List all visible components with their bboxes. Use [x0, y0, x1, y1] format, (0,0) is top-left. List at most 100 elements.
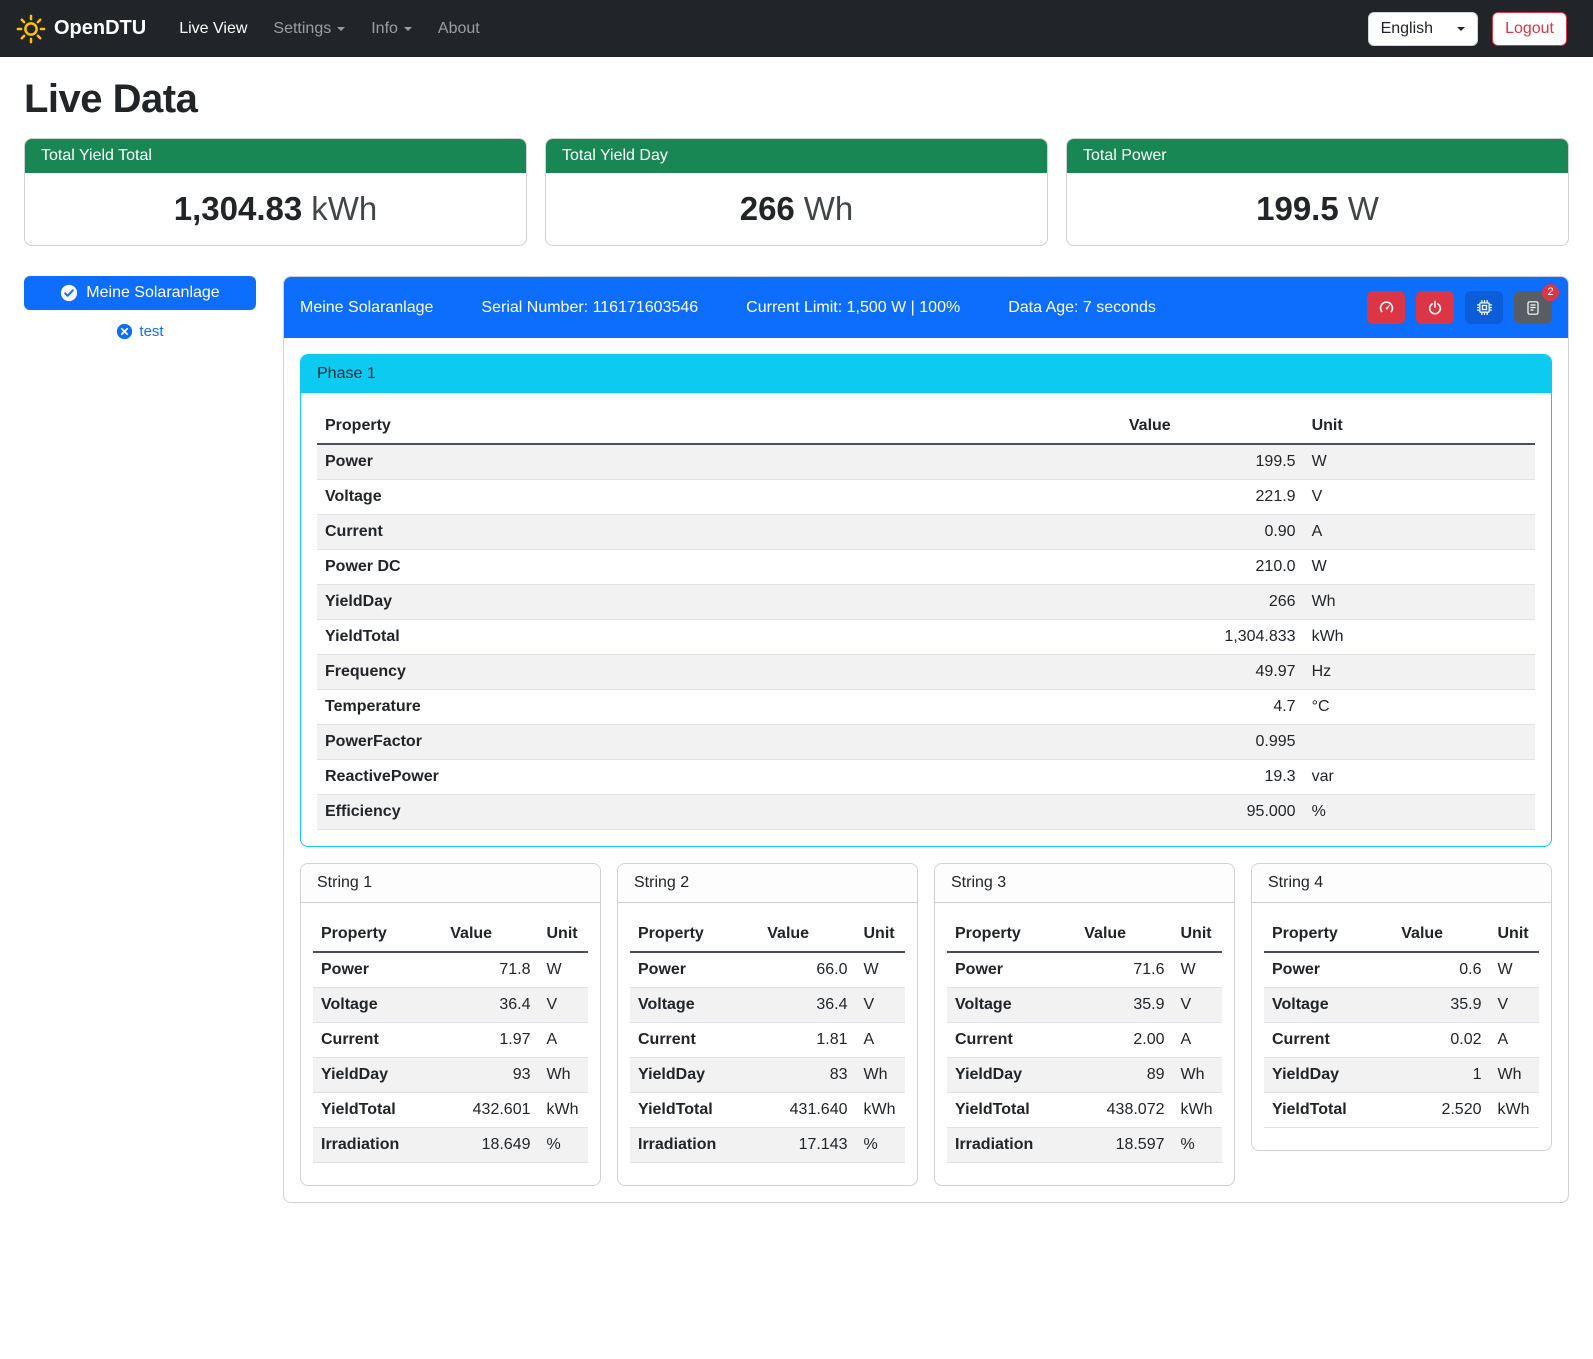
inverter-select-button[interactable]: Meine Solaranlage: [24, 276, 256, 310]
column-value: Value: [759, 917, 855, 952]
value-cell: 431.640: [759, 1093, 855, 1128]
column-value: Value: [1393, 917, 1489, 952]
table-row: Voltage 36.4 V: [630, 988, 905, 1023]
unit-cell: var: [1304, 760, 1535, 795]
value-cell: 36.4: [442, 988, 538, 1023]
string-card-4: String 4 Property Value Unit: [1251, 863, 1552, 1151]
table-header-row: Property Value Unit: [313, 917, 588, 952]
limit-settings-button[interactable]: [1367, 291, 1405, 324]
unit-cell: A: [539, 1023, 589, 1058]
string-4-table: Property Value Unit Power: [1264, 917, 1539, 1128]
logout-button[interactable]: Logout: [1492, 12, 1567, 46]
unit-cell: V: [1173, 988, 1223, 1023]
table-row: Power 71.8 W: [313, 952, 588, 988]
language-value: English: [1381, 20, 1433, 38]
value-cell: 49.97: [1121, 655, 1304, 690]
value-cell: 438.072: [1076, 1093, 1172, 1128]
inverter-body: Phase 1 Property Value Unit: [284, 338, 1568, 1202]
summary-card: Total Yield Day 266Wh: [545, 138, 1048, 246]
string-2-title: String 2: [618, 864, 917, 903]
table-row: Current 0.02 A: [1264, 1023, 1539, 1058]
property-cell: YieldTotal: [947, 1093, 1076, 1128]
string-1-table: Property Value Unit Power: [313, 917, 588, 1163]
events-count-badge: 2: [1542, 284, 1559, 301]
property-cell: Voltage: [1264, 988, 1393, 1023]
unit-cell: Wh: [1490, 1058, 1540, 1093]
chevron-down-icon: [1457, 27, 1465, 31]
summary-value: 266: [740, 190, 795, 227]
nav-about[interactable]: About: [425, 12, 493, 46]
column-property: Property: [317, 409, 1121, 444]
sun-logo-icon: [16, 14, 46, 44]
column-unit: Unit: [1173, 917, 1223, 952]
string-card-2: String 2 Property Value Unit: [617, 863, 918, 1186]
table-row: Power 199.5 W: [317, 444, 1535, 480]
summary-cards: Total Yield Total 1,304.83kWh Total Yiel…: [24, 138, 1569, 246]
unit-cell: W: [1304, 550, 1535, 585]
property-cell: Efficiency: [317, 795, 1121, 830]
nav-settings[interactable]: Settings: [260, 12, 358, 46]
device-settings-button[interactable]: [1465, 291, 1503, 324]
speedometer-icon: [1378, 299, 1395, 316]
unit-cell: Wh: [539, 1058, 589, 1093]
events-button[interactable]: 2: [1514, 291, 1552, 324]
table-row: Power 71.6 W: [947, 952, 1222, 988]
nav-info[interactable]: Info: [358, 12, 425, 46]
value-cell: 1.81: [759, 1023, 855, 1058]
property-cell: YieldDay: [313, 1058, 442, 1093]
column-property: Property: [313, 917, 442, 952]
value-cell: 2.520: [1393, 1093, 1489, 1128]
table-row: Irradiation 17.143 %: [630, 1128, 905, 1163]
power-button[interactable]: [1416, 291, 1454, 324]
unit-cell: W: [1173, 952, 1223, 988]
unit-cell: kWh: [1490, 1093, 1540, 1128]
string-3-title: String 3: [935, 864, 1234, 903]
value-cell: 66.0: [759, 952, 855, 988]
value-cell: 0.995: [1121, 725, 1304, 760]
table-row: YieldDay 89 Wh: [947, 1058, 1222, 1093]
property-cell: Current: [630, 1023, 759, 1058]
unit-cell: °C: [1304, 690, 1535, 725]
summary-card-title: Total Yield Total: [25, 139, 526, 173]
value-cell: 4.7: [1121, 690, 1304, 725]
unit-cell: kWh: [1173, 1093, 1223, 1128]
table-row: ReactivePower 19.3 var: [317, 760, 1535, 795]
value-cell: 89: [1076, 1058, 1172, 1093]
unit-cell: Wh: [1173, 1058, 1223, 1093]
value-cell: 71.8: [442, 952, 538, 988]
main-row: Meine Solaranlage test Meine Solaranlage…: [24, 276, 1569, 1203]
property-cell: Irradiation: [313, 1128, 442, 1163]
property-cell: Voltage: [313, 988, 442, 1023]
sidebar-item-test[interactable]: test: [24, 323, 256, 340]
property-cell: Irradiation: [630, 1128, 759, 1163]
column-unit: Unit: [539, 917, 589, 952]
property-cell: Power: [317, 444, 1121, 480]
value-cell: 71.6: [1076, 952, 1172, 988]
property-cell: Power: [1264, 952, 1393, 988]
inverter-select-label: Meine Solaranlage: [86, 284, 219, 302]
language-select[interactable]: English: [1368, 12, 1478, 46]
navbar-left: OpenDTU Live View Settings Info About: [16, 12, 493, 46]
column-property: Property: [947, 917, 1076, 952]
unit-cell: %: [1304, 795, 1535, 830]
string-4-title: String 4: [1252, 864, 1551, 903]
table-row: YieldTotal 2.520 kWh: [1264, 1093, 1539, 1128]
phase-card: Phase 1 Property Value Unit: [300, 354, 1552, 847]
check-circle-icon: [60, 284, 78, 302]
table-row: Voltage 35.9 V: [947, 988, 1222, 1023]
column-unit: Unit: [1304, 409, 1535, 444]
table-header-row: Property Value Unit: [317, 409, 1535, 444]
nav-live-view[interactable]: Live View: [166, 12, 260, 46]
table-row: YieldDay 266 Wh: [317, 585, 1535, 620]
table-row: YieldTotal 432.601 kWh: [313, 1093, 588, 1128]
string-card-3: String 3 Property Value Unit: [934, 863, 1235, 1186]
property-cell: YieldTotal: [630, 1093, 759, 1128]
table-row: YieldDay 93 Wh: [313, 1058, 588, 1093]
chevron-down-icon: [337, 27, 345, 31]
inverter-name: Meine Solaranlage: [300, 299, 433, 317]
summary-card-title: Total Yield Day: [546, 139, 1047, 173]
brand-link[interactable]: OpenDTU: [16, 14, 146, 44]
string-4-body: Property Value Unit Power: [1252, 903, 1551, 1150]
summary-card: Total Yield Total 1,304.83kWh: [24, 138, 527, 246]
string-3-table: Property Value Unit Power: [947, 917, 1222, 1163]
